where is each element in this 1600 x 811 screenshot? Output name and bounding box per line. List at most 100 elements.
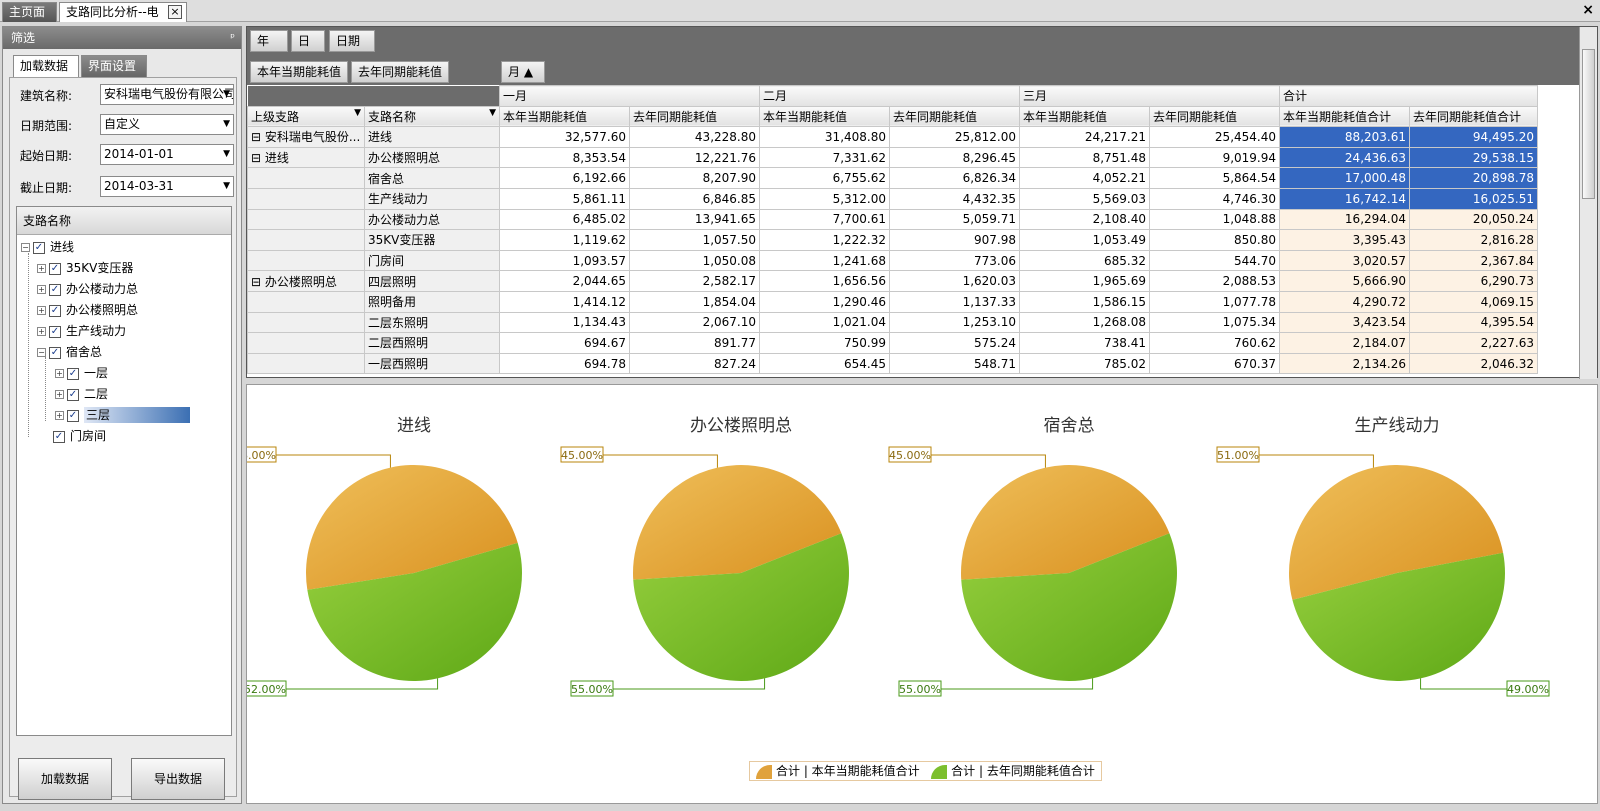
total-cell[interactable]: 3,395.43	[1279, 229, 1410, 251]
building-select[interactable]: 安科瑞电气股份有限公司 ▼	[100, 84, 234, 105]
tab-home[interactable]: 主页面	[2, 2, 57, 22]
table-row[interactable]: 宿舍总 6,192.66 8,207.90 6,755.62 6,826.34 4,052…	[247, 167, 1538, 189]
tree-node[interactable]: ✓ 门房间	[53, 426, 106, 446]
total-cell[interactable]: 16,025.51	[1409, 187, 1538, 210]
value-cell[interactable]: 25,454.40	[1149, 126, 1280, 148]
branch-name-header[interactable]: 支路名称 ▼	[364, 105, 500, 128]
row-parent-cell[interactable]	[247, 352, 365, 375]
value-cell[interactable]: 850.80	[1149, 229, 1280, 251]
expand-icon[interactable]: +	[55, 390, 64, 399]
total-cell[interactable]: 6,290.73	[1409, 270, 1538, 292]
value-cell[interactable]: 544.70	[1149, 249, 1280, 272]
row-parent-cell[interactable]	[247, 249, 365, 272]
field-chip-previous[interactable]: 去年同期能耗值	[351, 61, 449, 83]
value-cell[interactable]: 5,312.00	[759, 187, 890, 210]
value-cell[interactable]: 6,192.66	[499, 167, 630, 189]
total-cell[interactable]: 20,898.78	[1409, 167, 1538, 189]
total-cell[interactable]: 94,495.20	[1409, 126, 1538, 148]
value-cell[interactable]: 5,569.03	[1019, 187, 1150, 210]
value-cell[interactable]: 1,854.04	[629, 290, 760, 313]
checkbox-checked-icon[interactable]: ✓	[53, 430, 65, 443]
column-header[interactable]: 去年同期能耗值	[629, 105, 760, 128]
value-cell[interactable]: 694.78	[499, 352, 630, 375]
scrollbar-thumb[interactable]	[1582, 49, 1595, 199]
month-header[interactable]: 二月	[759, 85, 1020, 107]
checkbox-checked-icon[interactable]: ✓	[49, 304, 61, 317]
value-cell[interactable]: 2,108.40	[1019, 208, 1150, 231]
collapse-icon[interactable]: −	[21, 243, 30, 252]
row-parent-cell[interactable]	[247, 167, 365, 189]
total-cell[interactable]: 2,367.84	[1409, 249, 1538, 272]
value-cell[interactable]: 1,057.50	[629, 229, 760, 251]
month-header[interactable]: 三月	[1019, 85, 1280, 107]
tree-node[interactable]: + ✓ 一层	[55, 363, 108, 383]
row-branch-cell[interactable]: 生产线动力	[364, 187, 500, 210]
value-cell[interactable]: 5,864.54	[1149, 167, 1280, 189]
table-row[interactable]: ⊟ 办公楼照明总 四层照明 2,044.65 2,582.17 1,656.56 1,62…	[247, 270, 1538, 292]
total-cell[interactable]: 2,046.32	[1409, 352, 1538, 375]
value-cell[interactable]: 2,088.53	[1149, 270, 1280, 292]
value-cell[interactable]: 1,050.08	[629, 249, 760, 272]
value-cell[interactable]: 1,077.78	[1149, 290, 1280, 313]
total-cell[interactable]: 24,436.63	[1279, 146, 1410, 169]
column-header[interactable]: 去年同期能耗值合计	[1409, 105, 1538, 128]
row-branch-cell[interactable]: 门房间	[364, 249, 500, 272]
total-cell[interactable]: 5,666.90	[1279, 270, 1410, 292]
row-branch-cell[interactable]: 35KV变压器	[364, 229, 500, 251]
row-parent-cell[interactable]	[247, 332, 365, 354]
total-cell[interactable]: 88,203.61	[1279, 126, 1410, 148]
value-cell[interactable]: 4,052.21	[1019, 167, 1150, 189]
checkbox-checked-icon[interactable]: ✓	[49, 283, 61, 296]
vertical-scrollbar[interactable]	[1579, 27, 1597, 379]
value-cell[interactable]: 1,620.03	[889, 270, 1020, 292]
row-branch-cell[interactable]: 二层东照明	[364, 311, 500, 334]
row-branch-cell[interactable]: 一层西照明	[364, 352, 500, 375]
column-header[interactable]: 去年同期能耗值	[1149, 105, 1280, 128]
table-row[interactable]: 门房间 1,093.57 1,050.08 1,241.68 773.06 685.32 5…	[247, 249, 1538, 272]
checkbox-checked-icon[interactable]: ✓	[49, 262, 61, 275]
expand-icon[interactable]: +	[37, 327, 46, 336]
value-cell[interactable]: 1,222.32	[759, 229, 890, 251]
expand-icon[interactable]: +	[37, 264, 46, 273]
export-data-button[interactable]: 导出数据	[131, 758, 225, 800]
row-parent-cell[interactable]	[247, 187, 365, 210]
value-cell[interactable]: 785.02	[1019, 352, 1150, 375]
value-cell[interactable]: 8,296.45	[889, 146, 1020, 169]
value-cell[interactable]: 1,075.34	[1149, 311, 1280, 334]
value-cell[interactable]: 1,268.08	[1019, 311, 1150, 334]
row-branch-cell[interactable]: 四层照明	[364, 270, 500, 292]
value-cell[interactable]: 6,846.85	[629, 187, 760, 210]
total-cell[interactable]: 2,134.26	[1279, 352, 1410, 375]
table-row[interactable]: 二层东照明 1,134.43 2,067.10 1,021.04 1,253.10 1,2…	[247, 311, 1538, 334]
table-row[interactable]: ⊟ 进线 办公楼照明总 8,353.54 12,221.76 7,331.62 8,296…	[247, 146, 1538, 169]
total-cell[interactable]: 4,395.54	[1409, 311, 1538, 334]
value-cell[interactable]: 1,965.69	[1019, 270, 1150, 292]
row-parent-cell[interactable]	[247, 229, 365, 251]
value-cell[interactable]: 43,228.80	[629, 126, 760, 148]
value-cell[interactable]: 32,577.60	[499, 126, 630, 148]
value-cell[interactable]: 750.99	[759, 332, 890, 354]
value-cell[interactable]: 4,746.30	[1149, 187, 1280, 210]
field-chip-year[interactable]: 年	[250, 30, 288, 52]
value-cell[interactable]: 827.24	[629, 352, 760, 375]
table-row[interactable]: 照明备用 1,414.12 1,854.04 1,290.46 1,137.33 1,58…	[247, 290, 1538, 313]
value-cell[interactable]: 773.06	[889, 249, 1020, 272]
total-cell[interactable]: 3,423.54	[1279, 311, 1410, 334]
value-cell[interactable]: 738.41	[1019, 332, 1150, 354]
value-cell[interactable]: 8,207.90	[629, 167, 760, 189]
value-cell[interactable]: 13,941.65	[629, 208, 760, 231]
value-cell[interactable]: 1,048.88	[1149, 208, 1280, 231]
window-close-icon[interactable]: ×	[1582, 2, 1594, 18]
row-branch-cell[interactable]: 进线	[364, 126, 500, 148]
month-header[interactable]: 一月	[499, 85, 760, 107]
collapse-icon[interactable]: −	[37, 348, 46, 357]
row-branch-cell[interactable]: 办公楼照明总	[364, 146, 500, 169]
row-branch-cell[interactable]: 宿舍总	[364, 167, 500, 189]
tree-node-selected[interactable]: + ✓ 三层	[55, 405, 191, 425]
value-cell[interactable]: 5,861.11	[499, 187, 630, 210]
value-cell[interactable]: 1,241.68	[759, 249, 890, 272]
table-row[interactable]: 二层西照明 694.67 891.77 750.99 575.24 738.41 760.6…	[247, 332, 1538, 354]
checkbox-checked-icon[interactable]: ✓	[49, 346, 61, 359]
table-row[interactable]: ⊟ 安科瑞电气股份... 进线 32,577.60 43,228.80 31,408.8…	[247, 126, 1538, 148]
tab-ui-settings[interactable]: 界面设置	[81, 55, 147, 77]
